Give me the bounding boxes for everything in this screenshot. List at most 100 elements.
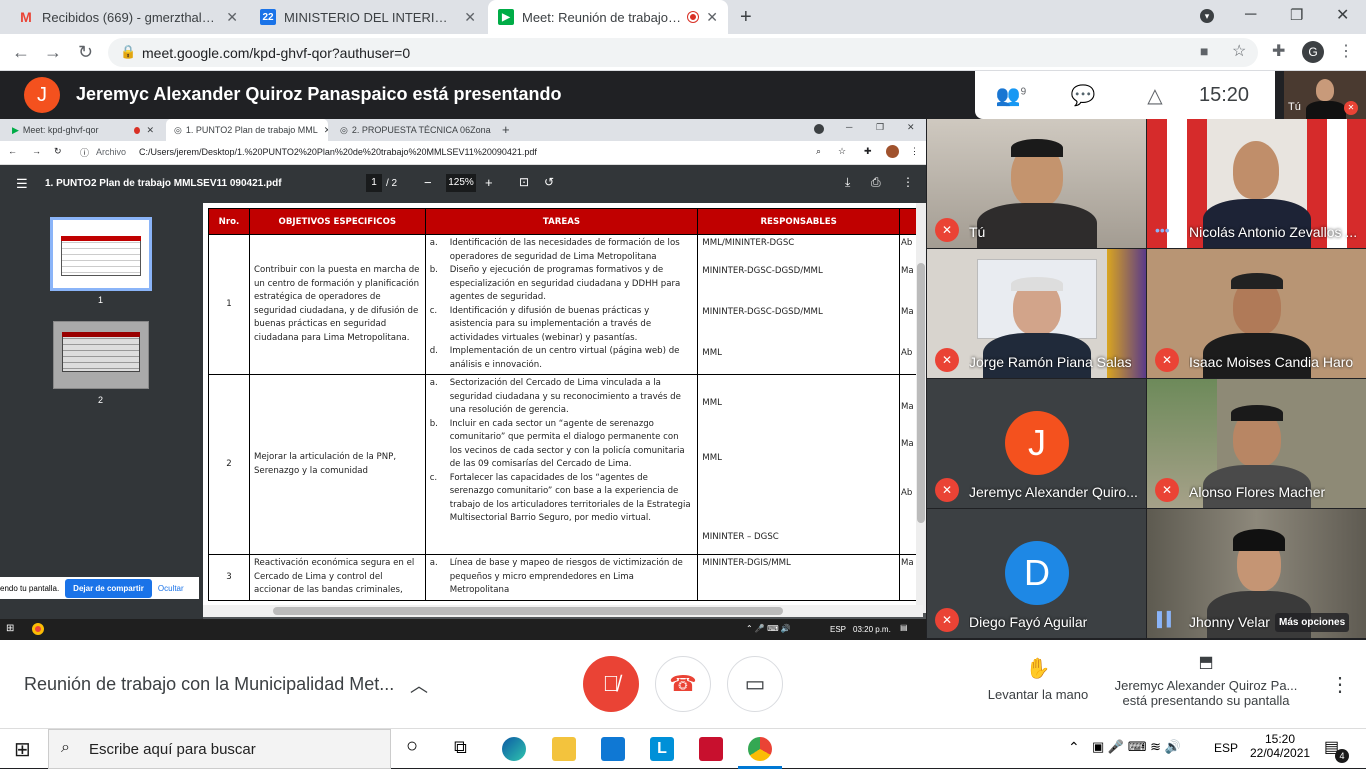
tray-icons[interactable]: ▣ 🎤 ⌨ ≋ 🔊 bbox=[1092, 739, 1181, 755]
chat-icon[interactable]: 💬 bbox=[1047, 83, 1119, 108]
close-window-button[interactable]: ✕ bbox=[1336, 5, 1349, 25]
table-row: 2 Mejorar la articulación de la PNP, Ser… bbox=[208, 374, 923, 555]
extensions-icon[interactable]: ✚ bbox=[1272, 41, 1285, 61]
task-view-icon[interactable]: ⧉ bbox=[454, 737, 467, 758]
language-indicator[interactable]: ESP bbox=[1214, 741, 1238, 755]
recording-icon bbox=[688, 12, 699, 22]
chrome-icon[interactable] bbox=[748, 737, 772, 761]
menu-icon[interactable]: ⋮ bbox=[1338, 41, 1354, 61]
participant-tile[interactable]: ✕ Isaac Moises Candia Haro bbox=[1147, 249, 1366, 378]
mic-off-icon: ✕ bbox=[1344, 101, 1358, 115]
participant-tile[interactable]: ✕ Alonso Flores Macher bbox=[1147, 379, 1366, 508]
activities-icon[interactable]: △ bbox=[1119, 83, 1191, 108]
reload-icon[interactable]: ↻ bbox=[78, 42, 93, 63]
tab-meet[interactable]: ▶ Meet: Reunión de trabajo co ✕ bbox=[488, 0, 728, 34]
mic-off-icon: 🎙̸ bbox=[602, 671, 620, 696]
mcafee-icon[interactable] bbox=[699, 737, 723, 761]
participant-tile[interactable]: ▌▍ Jhonny Velar Más opciones bbox=[1147, 509, 1366, 638]
participant-tile[interactable]: ••• Nicolás Antonio Zevallos ... bbox=[1147, 119, 1366, 248]
pdf-page: Nro. OBJETIVOS ESPECIFICOS TAREAS RESPON… bbox=[203, 203, 926, 613]
raise-hand-button[interactable]: ✋ Levantar la mano bbox=[976, 656, 1100, 702]
url-input[interactable]: 🔒 meet.google.com/kpd-ghvf-qor?authuser=… bbox=[108, 38, 1258, 67]
close-icon[interactable]: ✕ bbox=[226, 9, 238, 26]
participant-name: Jeremyc Alexander Quiro... bbox=[969, 484, 1138, 500]
pdf-thumbnails: 1 2 bbox=[0, 203, 203, 640]
participant-tile[interactable]: D ✕ Diego Fayó Aguilar bbox=[927, 509, 1146, 638]
mic-off-icon: ✕ bbox=[935, 218, 959, 242]
table-row: 3 Reactivación económica segura en el Ce… bbox=[208, 554, 923, 601]
gmail-icon: M bbox=[20, 9, 32, 25]
table-row: 1 Contribuir con la puesta en marcha de … bbox=[208, 234, 923, 375]
minimize-button[interactable]: ─ bbox=[1245, 6, 1256, 24]
star-icon[interactable]: ☆ bbox=[1232, 41, 1246, 61]
participant-tile[interactable]: ✕ Jorge Ramón Piana Salas bbox=[927, 249, 1146, 378]
camera-icon: ▭ bbox=[744, 671, 766, 696]
close-icon[interactable]: ✕ bbox=[464, 9, 476, 26]
more-options-button[interactable]: Más opciones bbox=[1275, 613, 1350, 632]
meet-icon: ▶ bbox=[498, 9, 514, 25]
avatar: J bbox=[24, 77, 60, 113]
restore-button[interactable]: ❐ bbox=[1290, 6, 1303, 24]
mic-off-icon: ✕ bbox=[1155, 348, 1179, 372]
participant-tile[interactable]: ✕ Tú bbox=[927, 119, 1146, 248]
cortana-icon[interactable]: ○ bbox=[406, 735, 418, 758]
meet-header: J Jeremyc Alexander Quiroz Panaspaico es… bbox=[0, 71, 1366, 121]
participant-name: Nicolás Antonio Zevallos ... bbox=[1189, 224, 1358, 240]
leave-call-button[interactable]: ☎ bbox=[655, 656, 711, 712]
address-bar: ← → ↻ 🔒 meet.google.com/kpd-ghvf-qor?aut… bbox=[0, 34, 1366, 71]
plan-table: Nro. OBJETIVOS ESPECIFICOS TAREAS RESPON… bbox=[208, 208, 923, 601]
more-options-icon[interactable]: ⋮ bbox=[1330, 672, 1350, 697]
edge-icon[interactable] bbox=[502, 737, 526, 761]
top-right-panel: 👥9 💬 △ 15:20 bbox=[975, 71, 1275, 119]
taskbar-clock[interactable]: 15:20 22/04/2021 bbox=[1250, 732, 1310, 760]
clock: 15:20 bbox=[1199, 83, 1250, 106]
participant-name: Jhonny Velar bbox=[1189, 614, 1270, 630]
shared-tab-strip: ▶ Meet: kpd-ghvf-qor ✕ ◎ 1. PUNTO2 Plan de… bbox=[0, 119, 926, 141]
participant-name: Jorge Ramón Piana Salas bbox=[969, 354, 1132, 370]
search-icon: ⌕ bbox=[61, 739, 70, 756]
camera-toggle-button[interactable]: ▭ bbox=[727, 656, 783, 712]
lock-icon: 🔒 bbox=[120, 44, 137, 59]
taskbar-search-input[interactable]: ⌕ Escribe aquí para buscar bbox=[48, 729, 391, 769]
profile-avatar[interactable]: G bbox=[1302, 41, 1324, 63]
close-icon[interactable]: ✕ bbox=[706, 9, 718, 26]
meeting-title[interactable]: Reunión de trabajo con la Municipalidad … bbox=[24, 674, 394, 695]
chevron-up-icon[interactable]: ︿ bbox=[410, 672, 428, 698]
shared-tab-pdf: ◎ 1. PUNTO2 Plan de trabajo MML ✕ bbox=[166, 119, 328, 141]
back-icon[interactable]: ← bbox=[12, 42, 30, 63]
file-explorer-icon[interactable] bbox=[552, 737, 576, 761]
shared-tab-propuesta: ◎2. PROPUESTA TÉCNICA 06Zona✕ bbox=[340, 124, 491, 136]
tab-calendar[interactable]: 22 MINISTERIO DEL INTERIOR: Cale ✕ bbox=[250, 0, 486, 34]
participant-name: Diego Fayó Aguilar bbox=[969, 614, 1088, 630]
avatar: J bbox=[1005, 411, 1069, 475]
speaking-icon: ••• bbox=[1155, 222, 1170, 238]
browser-tab-strip: M Recibidos (669) - gmerzthal@mir ✕ 22 M… bbox=[0, 0, 1366, 34]
shared-address-bar: ← → ↻ ⓘ Archivo C:/Users/jerem/Desktop/1… bbox=[0, 141, 926, 165]
meet-control-bar: Reunión de trabajo con la Municipalidad … bbox=[0, 640, 1366, 728]
app-l-icon[interactable]: L bbox=[650, 737, 674, 761]
participant-tile[interactable]: J ✕ Jeremyc Alexander Quiro... bbox=[927, 379, 1146, 508]
self-preview: Tú ✕ bbox=[1284, 71, 1366, 121]
forward-icon[interactable]: → bbox=[44, 42, 62, 63]
participant-name: Isaac Moises Candia Haro bbox=[1189, 354, 1354, 370]
mic-toggle-button[interactable]: 🎙̸ bbox=[583, 656, 639, 712]
mic-off-icon: ✕ bbox=[1155, 478, 1179, 502]
avatar: D bbox=[1005, 541, 1069, 605]
pdf-toolbar: ☰ 1. PUNTO2 Plan de trabajo MMLSEV11 090… bbox=[0, 165, 926, 203]
participant-name: Tú bbox=[969, 224, 986, 240]
hand-icon: ✋ bbox=[1025, 658, 1051, 680]
chevron-up-icon[interactable]: ⌃ bbox=[1068, 739, 1080, 756]
presenting-status[interactable]: ⬒ Jeremyc Alexander Quiroz Pa... está pr… bbox=[1106, 652, 1306, 708]
mail-icon[interactable] bbox=[601, 737, 625, 761]
tab-search-icon[interactable]: ▾ bbox=[1200, 9, 1214, 23]
windows-taskbar: ⊞ ⌕ Escribe aquí para buscar ○ ⧉ L ⌃ ▣ 🎤… bbox=[0, 728, 1366, 769]
hangup-icon: ☎ bbox=[669, 671, 697, 696]
shared-screen: ▶ Meet: kpd-ghvf-qor ✕ ◎ 1. PUNTO2 Plan de… bbox=[0, 119, 926, 640]
tab-gmail[interactable]: M Recibidos (669) - gmerzthal@mir ✕ bbox=[8, 0, 248, 34]
new-tab-button[interactable]: + bbox=[740, 6, 752, 29]
camera-icon[interactable]: ■ bbox=[1200, 43, 1208, 59]
mic-off-icon: ✕ bbox=[935, 478, 959, 502]
windows-start-icon[interactable]: ⊞ bbox=[14, 737, 31, 762]
people-icon[interactable]: 👥9 bbox=[975, 83, 1047, 108]
horizontal-scrollbar bbox=[203, 605, 923, 617]
